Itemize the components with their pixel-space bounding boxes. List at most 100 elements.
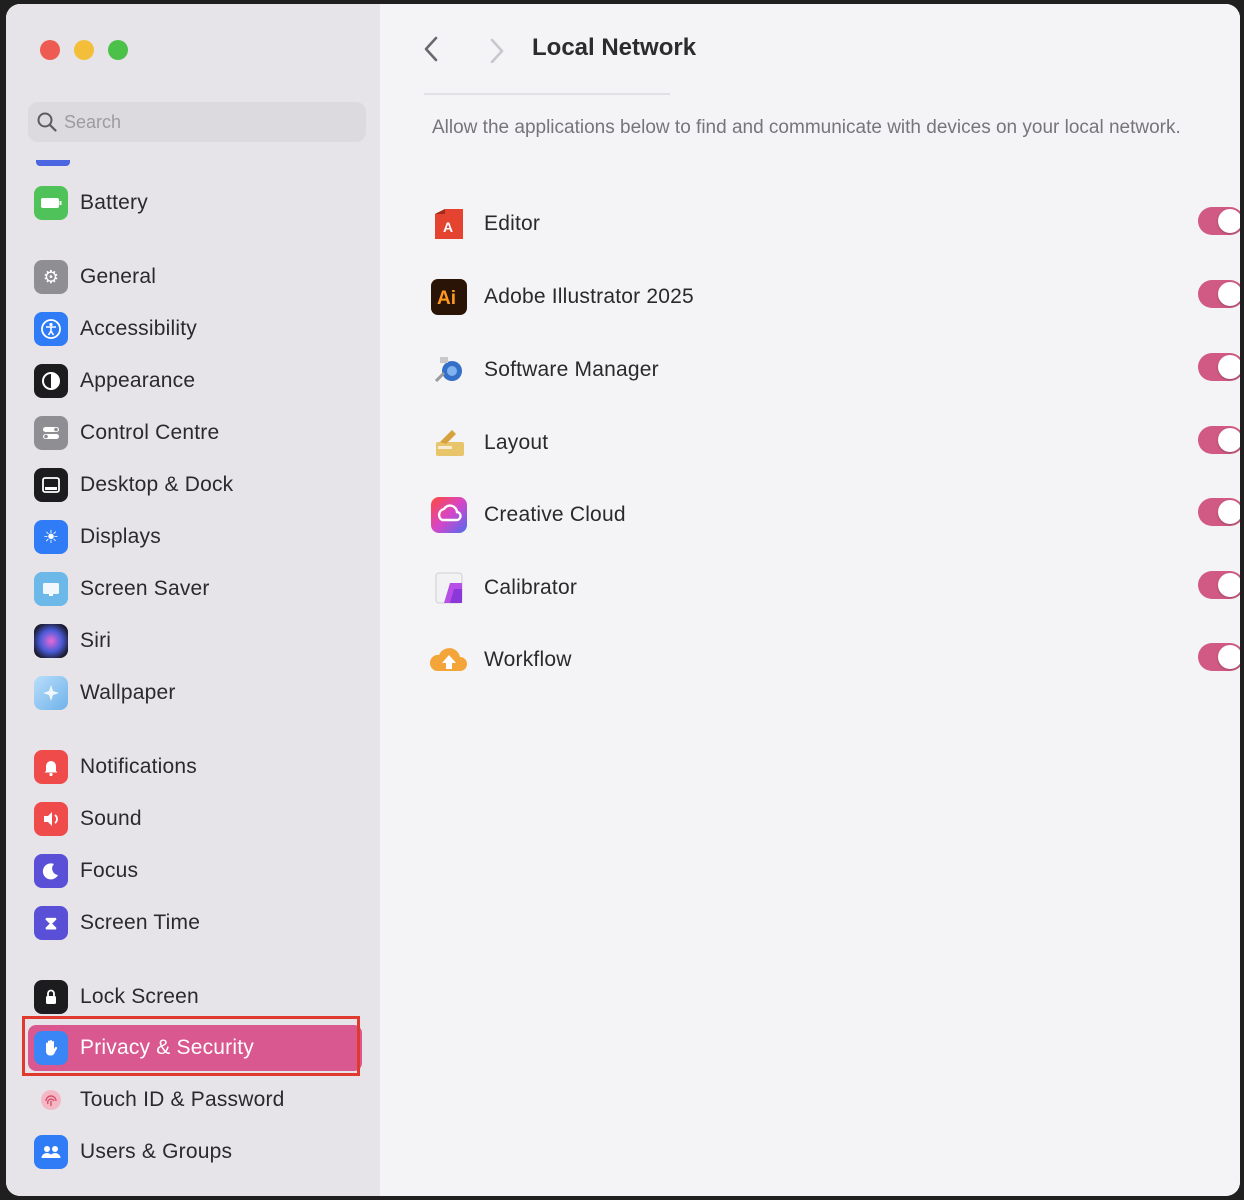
sidebar-item-privacy-security[interactable]: Privacy & Security (28, 1025, 362, 1071)
main-pane: Local Network Allow the applications bel… (380, 4, 1240, 1196)
sidebar-item-siri[interactable]: Siri (28, 618, 362, 664)
svg-text:A: A (443, 219, 453, 235)
sidebar-item-label: Screen Saver (80, 577, 210, 600)
toggle-calibrator[interactable] (1198, 571, 1240, 599)
sidebar-item-general[interactable]: ⚙ General (28, 254, 362, 300)
hand-icon (34, 1031, 68, 1065)
calibrator-icon (428, 567, 470, 609)
app-row-software-manager: Software Manager (428, 342, 1240, 398)
toggle-software-manager[interactable] (1198, 353, 1240, 381)
sidebar-item-label: Users & Groups (80, 1140, 233, 1163)
creative-cloud-icon (428, 494, 470, 536)
toggle-knob (1218, 573, 1240, 597)
close-button[interactable] (40, 40, 60, 60)
sidebar-item-label: Focus (80, 859, 139, 882)
sidebar: Battery ⚙ General Accessibility Appearan… (6, 4, 380, 1196)
sidebar-item-label: Appearance (80, 369, 196, 392)
sidebar-item-users-groups[interactable]: Users & Groups (28, 1129, 362, 1175)
minimize-button[interactable] (74, 40, 94, 60)
dock-icon (34, 468, 68, 502)
forward-button[interactable] (482, 32, 512, 66)
zoom-button[interactable] (108, 40, 128, 60)
sidebar-item-label: Privacy & Security (80, 1036, 254, 1059)
sidebar-item-displays[interactable]: ☀ Displays (28, 514, 362, 560)
sidebar-item-notifications[interactable]: Notifications (28, 744, 362, 790)
sidebar-item-screen-time[interactable]: ⧗ Screen Time (28, 900, 362, 946)
sun-icon: ☀ (34, 520, 68, 554)
description-text: Allow the applications below to find and… (432, 117, 1181, 138)
sidebar-item-accessibility[interactable]: Accessibility (28, 306, 362, 352)
divider (424, 93, 670, 95)
sidebar-item-label: Siri (80, 629, 112, 652)
toggle-knob (1218, 645, 1240, 669)
sidebar-item-label: Accessibility (80, 317, 197, 340)
appearance-icon (34, 364, 68, 398)
screen-saver-icon (34, 572, 68, 606)
toggle-workflow[interactable] (1198, 643, 1240, 671)
app-row-adobe-illustrator: Ai Adobe Illustrator 2025 (428, 269, 1240, 325)
toggle-knob (1218, 500, 1240, 524)
sidebar-item-label: Desktop & Dock (80, 473, 234, 496)
sidebar-item-control-centre[interactable]: Control Centre (28, 410, 362, 456)
svg-text:Ai: Ai (437, 288, 456, 309)
editor-icon: A (428, 203, 470, 245)
illustrator-icon: Ai (428, 276, 470, 318)
toggle-knob (1218, 282, 1240, 306)
sidebar-item-screen-saver[interactable]: Screen Saver (28, 566, 362, 612)
sidebar-item-sound[interactable]: Sound (28, 796, 362, 842)
workflow-icon (428, 639, 470, 681)
wallpaper-icon (34, 676, 68, 710)
sidebar-item-lock-screen[interactable]: Lock Screen (28, 974, 362, 1020)
accessibility-icon (34, 312, 68, 346)
app-row-calibrator: Calibrator (428, 560, 1240, 616)
toggle-adobe-illustrator[interactable] (1198, 280, 1240, 308)
sidebar-item-label: Touch ID & Password (80, 1088, 285, 1111)
sidebar-item-label: Wallpaper (80, 681, 176, 704)
toggle-editor[interactable] (1198, 207, 1240, 235)
navigation-buttons (416, 32, 512, 66)
chevron-left-icon (424, 36, 438, 62)
speaker-icon (34, 802, 68, 836)
sidebar-item-battery[interactable]: Battery (28, 180, 362, 226)
back-button[interactable] (416, 32, 446, 66)
sidebar-item-label: General (80, 265, 157, 288)
toggle-knob (1218, 209, 1240, 233)
search-field[interactable] (28, 102, 366, 142)
sidebar-item-label: Lock Screen (80, 985, 199, 1008)
search-icon (32, 111, 62, 133)
app-row-creative-cloud: Creative Cloud (428, 487, 1240, 543)
gear-icon: ⚙ (34, 260, 68, 294)
fingerprint-icon (34, 1083, 68, 1117)
siri-icon (34, 624, 68, 658)
lock-icon (34, 980, 68, 1014)
software-manager-icon (428, 349, 470, 391)
window-controls (40, 40, 128, 60)
users-icon (34, 1135, 68, 1169)
app-name: Layout (484, 431, 549, 454)
hourglass-icon: ⧗ (34, 906, 68, 940)
sidebar-item-label: Notifications (80, 755, 197, 778)
sidebar-item-wallpaper[interactable]: Wallpaper (28, 670, 362, 716)
sidebar-item-appearance[interactable]: Appearance (28, 358, 362, 404)
toggle-layout[interactable] (1198, 426, 1240, 454)
page-title: Local Network (532, 34, 697, 61)
sidebar-item-desktop-dock[interactable]: Desktop & Dock (28, 462, 362, 508)
app-name: Workflow (484, 648, 572, 671)
sidebar-item-label: Sound (80, 807, 142, 830)
settings-window: Battery ⚙ General Accessibility Appearan… (6, 4, 1240, 1196)
app-row-editor: A Editor (428, 196, 1240, 252)
app-row-workflow: Workflow (428, 632, 1240, 688)
toggle-knob (1218, 428, 1240, 452)
layout-icon (428, 422, 470, 464)
sidebar-item-focus[interactable]: Focus (28, 848, 362, 894)
toggle-knob (1218, 355, 1240, 379)
moon-icon (34, 854, 68, 888)
app-name: Software Manager (484, 358, 659, 381)
battery-icon (34, 186, 68, 220)
bell-icon (34, 750, 68, 784)
sidebar-item-touch-id[interactable]: Touch ID & Password (28, 1077, 362, 1123)
search-input[interactable] (62, 110, 366, 134)
toggle-creative-cloud[interactable] (1198, 498, 1240, 526)
control-centre-icon (34, 416, 68, 450)
sidebar-item-label: Displays (80, 525, 161, 548)
